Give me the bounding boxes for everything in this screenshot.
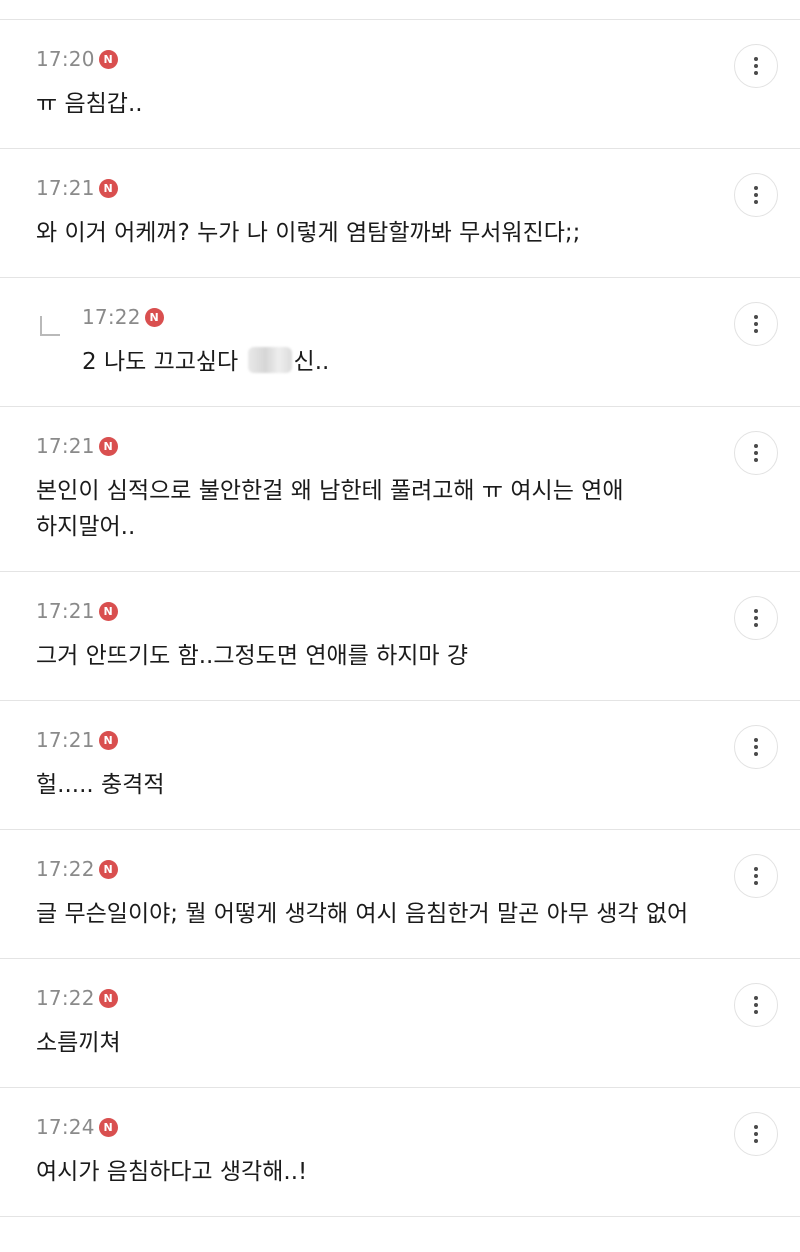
comment-meta: 17:22 N [82,304,700,330]
comment-item: 17:20 N ㅠ 음침갑.. [0,20,800,149]
comment-time: 17:20 [36,47,95,71]
comment-text: 헐..... 충격적 [36,772,165,798]
comment-item: 17:21 N 와 이거 어케꺼? 누가 나 이렇게 염탐할까봐 무서워진다;; [0,149,800,278]
new-badge-icon: N [98,178,118,198]
comment-time: 17:22 [82,305,141,329]
reply-comment-item: 17:22 N 2 나도 끄고싶다 신.. [0,278,800,407]
comment-meta: 17:22 N [36,985,700,1011]
new-badge-icon: N [144,307,164,327]
redacted-mask [247,347,292,373]
comment-time: 17:22 [36,986,95,1010]
more-options-button[interactable] [734,44,778,88]
comment-text: 2 나도 끄고싶다 신.. [82,344,700,380]
more-options-icon [754,186,758,204]
more-options-icon [754,444,758,462]
new-badge-icon: N [98,49,118,69]
comment-meta: 17:22 N [36,856,700,882]
comment-text-part: 신.. [293,349,330,375]
comment-time: 17:21 [36,599,95,623]
new-badge-icon: N [98,601,118,621]
comment-list: 17:20 N ㅠ 음침갑.. 17:21 N 와 이거 어케꺼? 누가 나 이… [0,20,800,1217]
comment-text: 그거 안뜨기도 함..그정도면 연애를 하지마 걍 [36,643,469,669]
comment-text-part: 2 나도 끄고싶다 [82,349,246,375]
comment-text: 여시가 음침하다고 생각해..! [36,1159,308,1185]
new-badge-icon: N [98,859,118,879]
more-options-icon [754,1125,758,1143]
more-options-button[interactable] [734,983,778,1027]
more-options-button[interactable] [734,431,778,475]
more-options-icon [754,315,758,333]
new-badge-icon: N [98,988,118,1008]
comment-time: 17:22 [36,857,95,881]
comment-meta: 17:21 N [36,727,700,753]
comment-item: 17:22 N 소름끼쳐 [0,959,800,1088]
more-options-icon [754,867,758,885]
more-options-icon [754,57,758,75]
more-options-button[interactable] [734,596,778,640]
more-options-icon [754,609,758,627]
more-options-icon [754,996,758,1014]
more-options-button[interactable] [734,1112,778,1156]
new-badge-icon: N [98,730,118,750]
comment-item: 17:24 N 여시가 음침하다고 생각해..! [0,1088,800,1217]
comment-meta: 17:21 N [36,175,700,201]
comment-time: 17:24 [36,1115,95,1139]
comment-time: 17:21 [36,434,95,458]
more-options-button[interactable] [734,302,778,346]
comment-text: 본인이 심적으로 불안한걸 왜 남한테 풀려고해 ㅠ 여시는 연애 하지말어.. [36,478,624,540]
new-badge-icon: N [98,1117,118,1137]
comment-text: 와 이거 어케꺼? 누가 나 이렇게 염탐할까봐 무서워진다;; [36,220,581,246]
comment-meta: 17:20 N [36,46,700,72]
comment-meta: 17:21 N [36,433,700,459]
more-options-button[interactable] [734,854,778,898]
comment-time: 17:21 [36,176,95,200]
comment-item: 17:22 N 글 무슨일이야; 뭘 어떻게 생각해 여시 음침한거 말곤 아무… [0,830,800,959]
comment-meta: 17:24 N [36,1114,700,1140]
more-options-icon [754,738,758,756]
comment-time: 17:21 [36,728,95,752]
comment-text: 소름끼쳐 [36,1030,121,1056]
comment-text: 글 무슨일이야; 뭘 어떻게 생각해 여시 음침한거 말곤 아무 생각 없어 [36,901,689,927]
comment-meta: 17:21 N [36,598,700,624]
reply-arrow-icon [40,316,60,336]
comment-item: 17:21 N 본인이 심적으로 불안한걸 왜 남한테 풀려고해 ㅠ 여시는 연… [0,407,800,572]
comment-item: 17:21 N 그거 안뜨기도 함..그정도면 연애를 하지마 걍 [0,572,800,701]
more-options-button[interactable] [734,173,778,217]
comment-text: ㅠ 음침갑.. [36,91,143,117]
more-options-button[interactable] [734,725,778,769]
new-badge-icon: N [98,436,118,456]
comment-item: 17:21 N 헐..... 충격적 [0,701,800,830]
